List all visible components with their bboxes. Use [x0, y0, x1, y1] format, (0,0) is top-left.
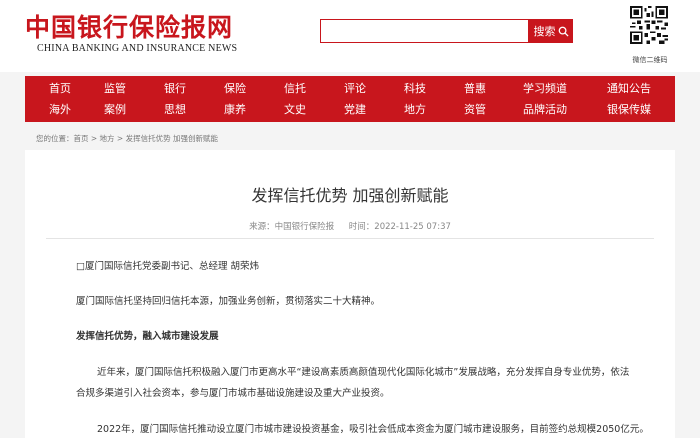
nav-item-asset-mgmt[interactable]: 资管 — [440, 100, 510, 120]
search-input[interactable] — [320, 19, 529, 43]
article-title: 发挥信托优势 加强创新赋能 — [251, 186, 449, 205]
site-logo[interactable]: 中国银行保险报网 — [25, 8, 233, 44]
site-logo-english: CHINA BANKING AND INSURANCE NEWS — [37, 43, 238, 54]
nav-row-1: 首页 监管 银行 保险 信托 评论 科技 普惠 学习频道 通知公告 — [25, 79, 675, 99]
article-paragraph: 近年来，厦门国际信托积极融入厦门市更高水平“建设高素质高颜值现代化国际化城市”发… — [97, 367, 630, 378]
breadcrumb[interactable]: 您的位置：首页 > 地方 > 发挥信托优势 加强创新赋能 — [36, 133, 218, 144]
nav-row-2: 海外 案例 思想 康养 文史 党建 地方 资管 品牌活动 银保传媒 — [25, 100, 675, 120]
search-button-label: 搜索 — [533, 25, 556, 38]
article-paragraph-continued: 合规多渠道引入社会资本，参与厦门市城市基础设施建设及重大产业投资。 — [76, 388, 390, 399]
article-meta: 来源：中国银行保险报 时间：2022-11-25 07:37 — [0, 220, 700, 232]
site-header: 中国银行保险报网 CHINA BANKING AND INSURANCE NEW… — [0, 0, 700, 72]
article-time: 时间：2022-11-25 07:37 — [348, 222, 451, 232]
article-byline: □厦门国际信托党委副书记、总经理 胡荣炜 — [76, 261, 259, 272]
wechat-qr-code — [630, 6, 668, 44]
article-paragraph: 2022年，厦门国际信托推动设立厦门市城市建设投资基金，吸引社会低成本资金为厦门… — [97, 424, 649, 435]
main-navigation: 首页 监管 银行 保险 信托 评论 科技 普惠 学习频道 通知公告 海外 案例 … — [25, 76, 675, 122]
article-source: 来源：中国银行保险报 — [249, 222, 335, 232]
nav-item-inclusive[interactable]: 普惠 — [440, 79, 510, 99]
search-button[interactable]: 搜索 — [529, 19, 573, 43]
article-paragraph: 厦门国际信托坚持回归信托本源，加强业务创新，贯彻落实二十大精神。 — [76, 296, 381, 307]
nav-item-media[interactable]: 银保传媒 — [594, 100, 664, 120]
nav-item-study[interactable]: 学习频道 — [510, 79, 580, 99]
search-icon — [558, 26, 569, 37]
article-subheading: 发挥信托优势，融入城市建设发展 — [76, 331, 219, 342]
title-divider — [46, 238, 654, 239]
nav-item-notices[interactable]: 通知公告 — [594, 79, 664, 99]
nav-item-brand-events[interactable]: 品牌活动 — [510, 100, 580, 120]
qr-code-label: 微信二维码 — [632, 56, 668, 64]
